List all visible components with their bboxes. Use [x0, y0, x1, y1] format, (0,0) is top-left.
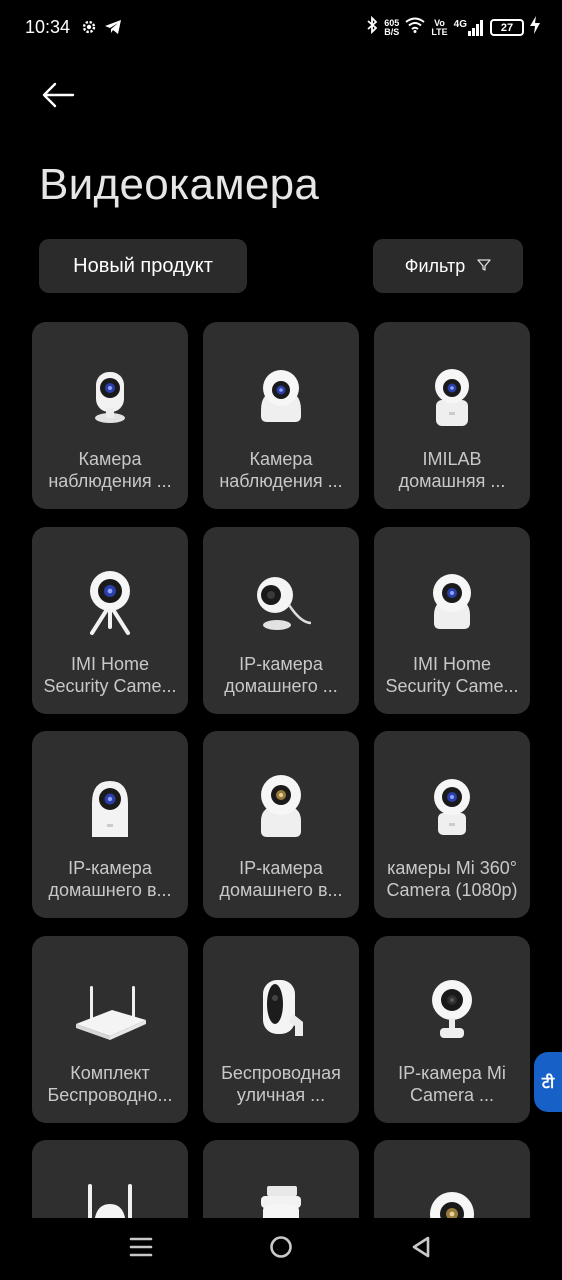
- menu-icon: [129, 1236, 153, 1263]
- recent-apps-button[interactable]: [121, 1234, 161, 1264]
- volte-indicator: Vo LTE: [431, 17, 448, 37]
- product-card[interactable]: Беспроводная уличная ...: [203, 936, 359, 1123]
- triangle-back-icon: [410, 1235, 432, 1264]
- status-time: 10:34: [25, 17, 71, 37]
- magnetic-camera-icon: [203, 565, 359, 641]
- square-base-camera-icon: [374, 360, 530, 436]
- product-card[interactable]: IP-камера Mi Camera ...: [374, 936, 530, 1123]
- product-card[interactable]: IP-камера домашнего в...: [203, 731, 359, 918]
- new-product-button[interactable]: Новый продукт: [39, 239, 247, 293]
- product-card[interactable]: [32, 1140, 188, 1218]
- circle-icon: [269, 1235, 293, 1264]
- product-card[interactable]: Камера наблюдения ...: [32, 322, 188, 509]
- stand-camera-icon: [374, 974, 530, 1050]
- ptz-camera-icon: [203, 360, 359, 436]
- status-bar: 10:34 605 B/S Vo LTE 4G 27: [0, 0, 562, 56]
- product-card[interactable]: Комплект Беспроводно...: [32, 936, 188, 1123]
- product-card[interactable]: [374, 1140, 530, 1218]
- product-card[interactable]: камеры Mi 360° Camera (1080p): [374, 731, 530, 918]
- floating-translate-badge[interactable]: टी: [534, 1052, 562, 1112]
- bluetooth-icon: [366, 15, 378, 39]
- product-card[interactable]: [203, 1140, 359, 1218]
- filter-label: Фильтр: [404, 255, 466, 276]
- filter-icon: [477, 256, 491, 277]
- ptz-camera-icon: [374, 769, 530, 845]
- charging-icon: [530, 16, 540, 39]
- product-card[interactable]: IP-камера домашнего в...: [32, 731, 188, 918]
- telegram-icon: [104, 18, 122, 41]
- back-button[interactable]: [38, 80, 78, 114]
- signal-icon: 4G: [454, 19, 484, 36]
- ptz-camera-icon: [203, 769, 359, 845]
- ptz-camera-icon: [374, 1178, 530, 1218]
- back-nav-button[interactable]: [401, 1234, 441, 1264]
- page-title: Видеокамера: [39, 160, 320, 209]
- filter-button[interactable]: Фильтр: [373, 239, 523, 293]
- ptz-camera-icon: [374, 565, 530, 641]
- product-card[interactable]: IMI Home Security Came...: [374, 527, 530, 714]
- product-card[interactable]: IMILAB домашняя ...: [374, 322, 530, 509]
- outdoor-camera-icon: [203, 974, 359, 1050]
- new-product-label: Новый продукт: [73, 254, 213, 277]
- gear-icon: [80, 18, 98, 41]
- square-base-camera-icon: [32, 769, 188, 845]
- navigation-bar: [0, 1218, 562, 1280]
- baby-monitor-camera-icon: [32, 360, 188, 436]
- battery-icon: 27: [490, 19, 524, 36]
- product-card[interactable]: Камера наблюдения ...: [203, 322, 359, 509]
- arrow-left-icon: [41, 82, 75, 113]
- product-card[interactable]: IMI Home Security Came...: [32, 527, 188, 714]
- router-kit-icon: [32, 974, 188, 1050]
- wifi-icon: [405, 17, 425, 38]
- outdoor-dual-antenna-camera-icon: [32, 1178, 188, 1218]
- tripod-camera-icon: [32, 565, 188, 641]
- outdoor-ptz-camera-icon: [203, 1178, 359, 1218]
- home-button[interactable]: [261, 1234, 301, 1264]
- product-grid: Камера наблюдения ... Камера наблюдения …: [32, 322, 530, 1218]
- product-card[interactable]: IP-камера домашнего ...: [203, 527, 359, 714]
- net-speed: 605 B/S: [384, 17, 400, 37]
